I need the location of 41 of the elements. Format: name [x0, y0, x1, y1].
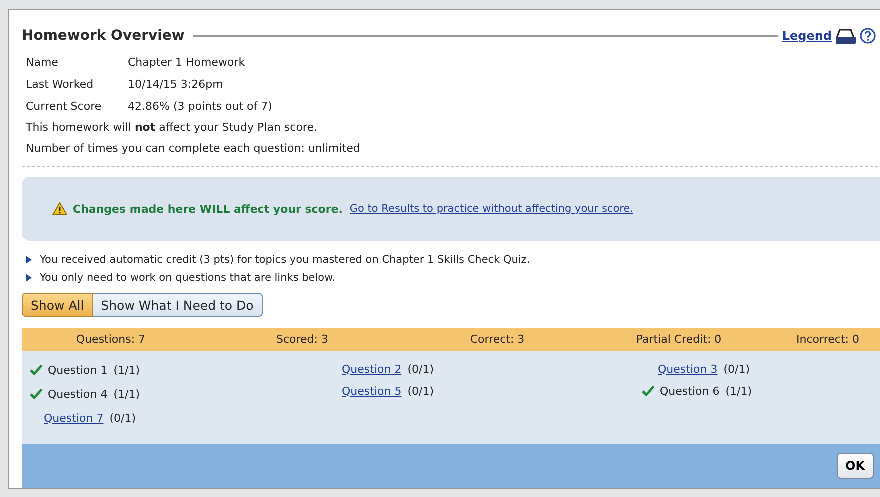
- question-label: Question 4: [48, 388, 108, 400]
- detail-label: Current Score: [26, 100, 103, 112]
- question-link[interactable]: Question 5: [342, 384, 402, 398]
- question-label: Question 6: [660, 384, 720, 398]
- section-title: Homework Overview: [22, 28, 185, 44]
- summary-stat: Correct: 3: [469, 333, 526, 346]
- bullet-text: You only need to work on questions that are links below.: [40, 272, 336, 284]
- detail-value: 10/14/15 3:26pm: [128, 78, 224, 90]
- question-score: (1/1): [114, 364, 140, 376]
- question-score: (1/1): [114, 388, 140, 400]
- results-link[interactable]: Go to Results to practice without affecting your score.: [350, 203, 634, 215]
- question-score: (0/1): [724, 362, 750, 376]
- info-note: Number of times you can complete each question: unlimited: [26, 141, 362, 157]
- ok-button[interactable]: OK: [836, 453, 874, 479]
- question-link[interactable]: Question 3: [658, 362, 718, 376]
- view-toggle-button[interactable]: Show What I Need to Do: [93, 293, 263, 317]
- detail-value: Chapter 1 Homework: [128, 56, 246, 68]
- legend-link[interactable]: Legend: [782, 29, 832, 43]
- detail-label: Name: [26, 56, 60, 68]
- bullet-text: You received automatic credit (3 pts) for topics you mastered on Chapter 1 Skills Check Quiz.: [40, 254, 530, 266]
- summary-stat: Partial Credit: 0: [635, 333, 723, 346]
- bullet-icon: [26, 256, 32, 264]
- bullet-icon: [26, 274, 32, 282]
- question-score: (1/1): [726, 384, 752, 398]
- question-score: (0/1): [110, 412, 136, 424]
- printer-icon[interactable]: [836, 28, 856, 44]
- detail-label: Last Worked: [26, 78, 95, 90]
- info-note: This homework will not affect your Study Plan score.: [26, 120, 318, 136]
- question-link[interactable]: Question 2: [342, 362, 402, 376]
- detail-value: 42.86% (3 points out of 7): [128, 100, 272, 112]
- question-score: (0/1): [408, 362, 434, 376]
- question-score: (0/1): [408, 384, 434, 398]
- help-icon[interactable]: [860, 28, 876, 44]
- summary-stat: Scored: 3: [276, 333, 330, 346]
- question-link[interactable]: Question 7: [44, 412, 104, 424]
- summary-stat: Incorrect: 0: [796, 333, 860, 346]
- question-label: Question 1: [48, 364, 108, 376]
- summary-stat: Questions: 7: [75, 333, 147, 346]
- warning-icon: [52, 202, 68, 216]
- view-toggle-button[interactable]: Show All: [22, 293, 94, 317]
- alert-message: Changes made here WILL affect your score.: [73, 202, 343, 216]
